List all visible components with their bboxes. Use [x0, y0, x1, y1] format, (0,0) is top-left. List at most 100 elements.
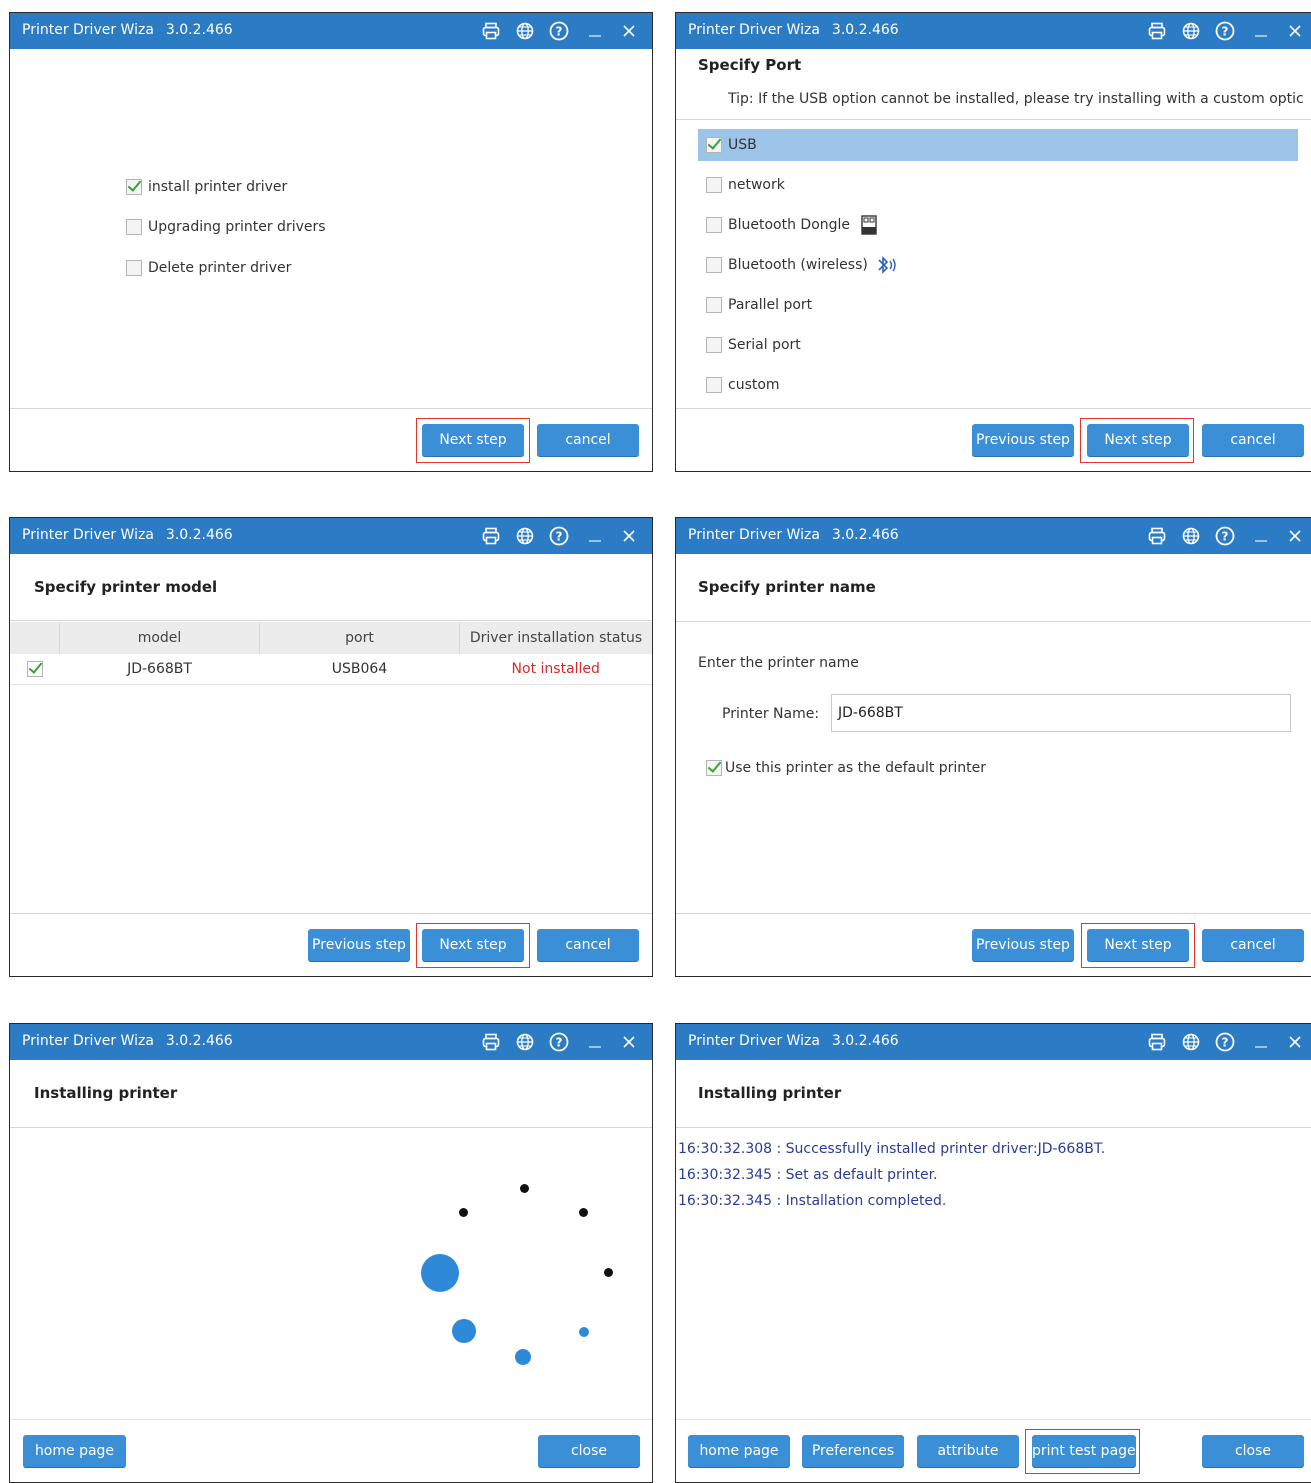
log-line: 16:30:32.345 : Installation completed. [678, 1193, 947, 1209]
minimize-icon[interactable] [582, 13, 608, 49]
checkbox[interactable] [706, 217, 722, 233]
checkbox[interactable] [706, 257, 722, 273]
checkbox[interactable] [126, 179, 142, 195]
cancel-button[interactable]: cancel [537, 929, 639, 961]
option-upgrade-driver[interactable]: Upgrading printer drivers [126, 219, 326, 235]
minimize-icon[interactable] [582, 1024, 608, 1060]
minimize-icon[interactable] [1248, 1024, 1274, 1060]
highlight-box [1025, 1429, 1140, 1474]
option-install-driver[interactable]: install printer driver [126, 179, 287, 195]
checkbox[interactable] [706, 297, 722, 313]
title-bar: Printer Driver Wiza 3.0.2.466 ? [676, 1024, 1311, 1060]
port-cell: USB064 [259, 654, 460, 685]
globe-icon[interactable] [1178, 518, 1204, 554]
bluetooth-dongle-icon [860, 215, 878, 235]
divider [676, 621, 1311, 622]
minimize-icon[interactable] [582, 518, 608, 554]
printer-icon[interactable] [478, 1024, 504, 1060]
help-icon[interactable]: ? [1212, 518, 1238, 554]
close-icon[interactable] [1282, 13, 1308, 49]
cancel-button[interactable]: cancel [1202, 424, 1304, 456]
printer-name-label: Printer Name: [722, 706, 820, 722]
table-header: model port Driver installation status [10, 622, 652, 654]
spinner-dot [604, 1268, 613, 1277]
row-checkbox-cell[interactable] [10, 654, 60, 685]
title-bar: Printer Driver Wiza 3.0.2.466 ? [676, 518, 1311, 554]
close-icon[interactable] [1282, 518, 1308, 554]
svg-text:?: ? [556, 1036, 563, 1050]
printer-icon[interactable] [1144, 1024, 1170, 1060]
divider [10, 620, 652, 621]
globe-icon[interactable] [512, 1024, 538, 1060]
wizard-window-start: Printer Driver Wiza 3.0.2.466 ? install p… [9, 12, 653, 472]
printer-name-field[interactable]: JD-668BT [831, 694, 1291, 732]
svg-text:?: ? [1222, 1036, 1229, 1050]
port-option-network[interactable]: network [698, 169, 1298, 201]
port-option-parallel[interactable]: Parallel port [698, 289, 1298, 321]
globe-icon[interactable] [512, 13, 538, 49]
previous-step-button[interactable]: Previous step [308, 929, 410, 961]
printer-icon[interactable] [1144, 518, 1170, 554]
checkbox[interactable] [706, 760, 722, 776]
help-icon[interactable]: ? [1212, 13, 1238, 49]
port-option-usb[interactable]: USB [698, 129, 1298, 161]
close-icon[interactable] [616, 1024, 642, 1060]
column-header-status: Driver installation status [459, 622, 652, 654]
preferences-button[interactable]: Preferences [802, 1435, 904, 1467]
printer-icon[interactable] [1144, 13, 1170, 49]
option-delete-driver[interactable]: Delete printer driver [126, 260, 291, 276]
close-button[interactable]: close [1202, 1435, 1304, 1467]
checkbox[interactable] [706, 337, 722, 353]
globe-icon[interactable] [512, 518, 538, 554]
model-table: model port Driver installation status JD… [10, 622, 652, 685]
attribute-button[interactable]: attribute [917, 1435, 1019, 1467]
divider [676, 119, 1311, 120]
close-icon[interactable] [616, 13, 642, 49]
spinner-dot [459, 1208, 468, 1217]
highlight-box [416, 418, 530, 463]
previous-step-button[interactable]: Previous step [972, 929, 1074, 961]
checkbox[interactable] [26, 661, 43, 677]
window-title: Printer Driver Wiza 3.0.2.466 [22, 22, 233, 38]
table-row[interactable]: JD-668BT USB064 Not installed [10, 654, 652, 685]
column-header-port: port [259, 622, 460, 654]
cancel-button[interactable]: cancel [537, 424, 639, 456]
highlight-box [1080, 418, 1194, 463]
globe-icon[interactable] [1178, 13, 1204, 49]
minimize-icon[interactable] [1248, 13, 1274, 49]
footer: Previous step Next step cancel [676, 913, 1311, 976]
close-button[interactable]: close [538, 1435, 640, 1467]
checkbox[interactable] [126, 219, 142, 235]
help-icon[interactable]: ? [546, 518, 572, 554]
minimize-icon[interactable] [1248, 518, 1274, 554]
printer-icon[interactable] [478, 518, 504, 554]
page-title: Installing printer [698, 1084, 842, 1102]
help-icon[interactable]: ? [546, 13, 572, 49]
window-title: Printer Driver Wiza 3.0.2.466 [22, 1033, 233, 1049]
port-option-bluetooth-dongle[interactable]: Bluetooth Dongle [698, 209, 1298, 241]
port-option-bluetooth-wireless[interactable]: Bluetooth (wireless) [698, 249, 1298, 281]
tip-text: Tip: If the USB option cannot be install… [728, 91, 1304, 107]
checkbox[interactable] [706, 377, 722, 393]
close-icon[interactable] [616, 518, 642, 554]
previous-step-button[interactable]: Previous step [972, 424, 1074, 456]
bluetooth-icon [876, 255, 898, 275]
default-printer-option[interactable]: Use this printer as the default printer [706, 760, 986, 776]
footer: home page close [10, 1419, 652, 1482]
footer: Previous step Next step cancel [676, 408, 1311, 471]
help-icon[interactable]: ? [1212, 1024, 1238, 1060]
cancel-button[interactable]: cancel [1202, 929, 1304, 961]
checkbox[interactable] [126, 260, 142, 276]
printer-icon[interactable] [478, 13, 504, 49]
help-icon[interactable]: ? [546, 1024, 572, 1060]
home-page-button[interactable]: home page [23, 1435, 126, 1467]
port-option-custom[interactable]: custom [698, 369, 1298, 401]
close-icon[interactable] [1282, 1024, 1308, 1060]
home-page-button[interactable]: home page [688, 1435, 790, 1467]
checkbox[interactable] [706, 137, 722, 153]
highlight-box [416, 923, 530, 968]
port-option-serial[interactable]: Serial port [698, 329, 1298, 361]
title-bar: Printer Driver Wiza 3.0.2.466 ? [10, 1024, 652, 1060]
globe-icon[interactable] [1178, 1024, 1204, 1060]
checkbox[interactable] [706, 177, 722, 193]
